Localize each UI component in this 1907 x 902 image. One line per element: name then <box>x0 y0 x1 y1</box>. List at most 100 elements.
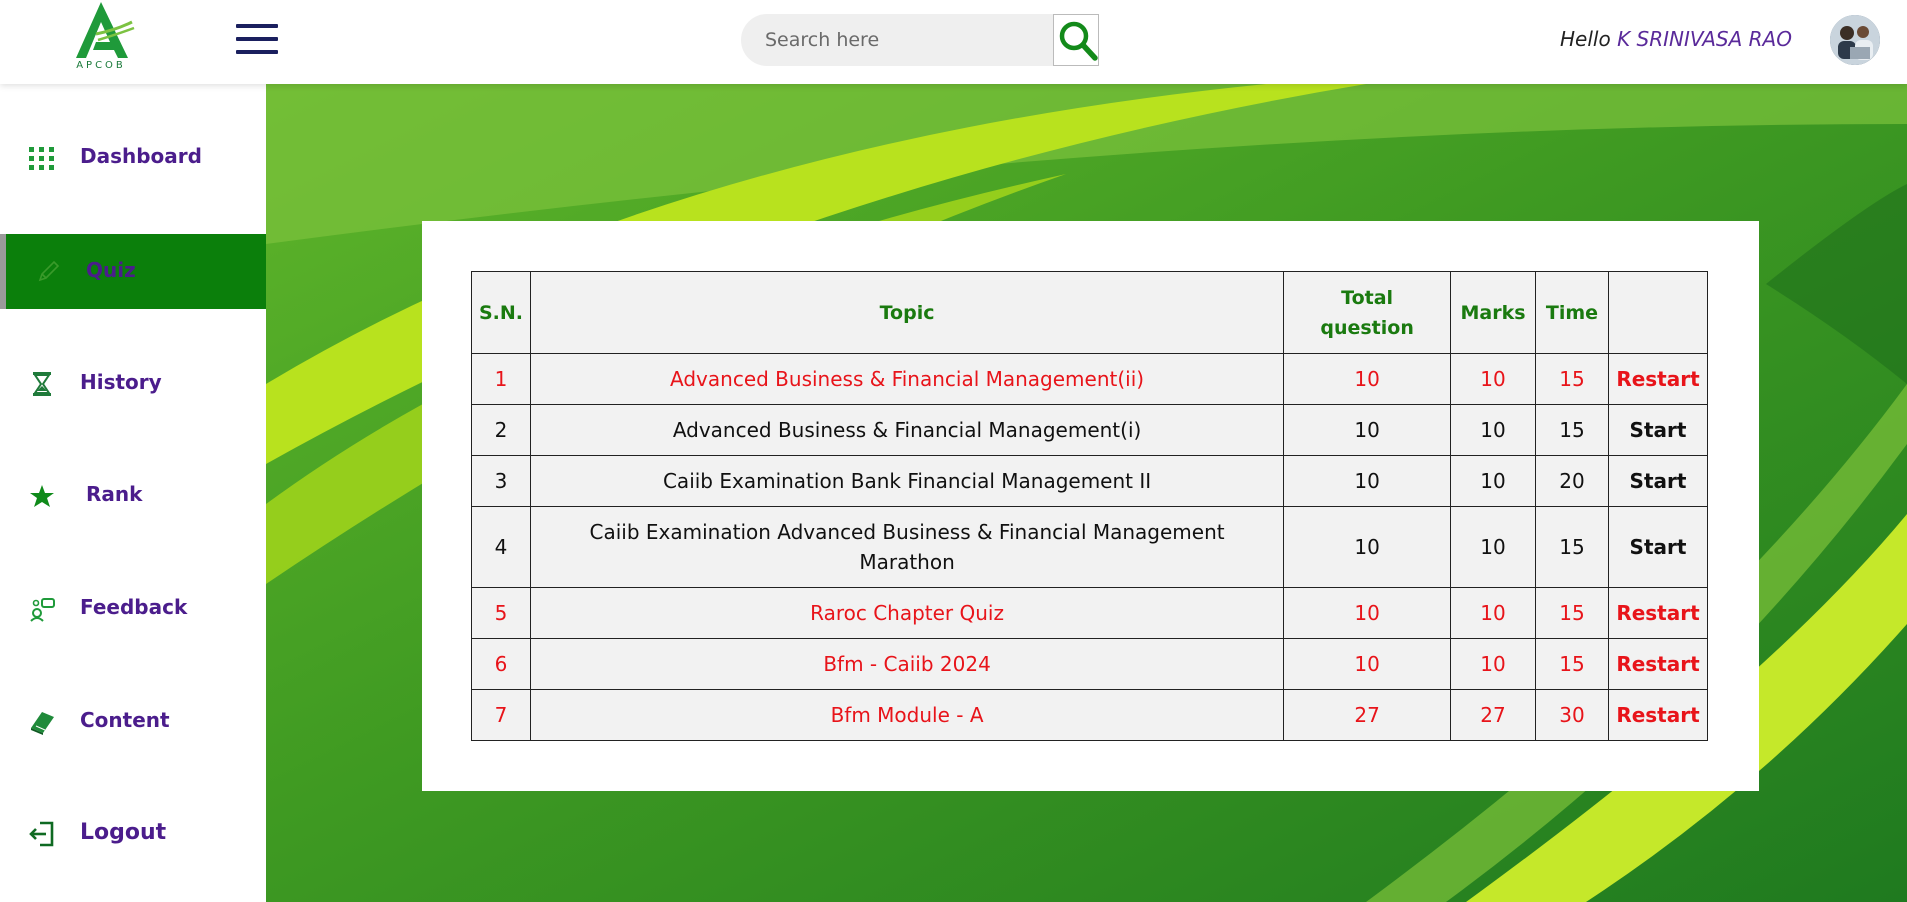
search-button[interactable] <box>1053 14 1099 66</box>
cell-marks: 10 <box>1450 404 1537 456</box>
menu-toggle-button[interactable] <box>236 24 278 56</box>
cell-time: 15 <box>1535 638 1609 690</box>
logo-text: APCOB <box>76 60 126 71</box>
sidebar-item-rank[interactable]: Rank <box>0 458 266 533</box>
cell-topic: Advanced Business & Financial Management… <box>529 404 1285 456</box>
sidebar-item-dashboard[interactable]: Dashboard <box>0 120 266 195</box>
start-button[interactable]: Start <box>1607 506 1709 588</box>
cell-topic: Advanced Business & Financial Management… <box>529 353 1285 405</box>
cell-marks: 10 <box>1450 587 1537 639</box>
cell-total: 10 <box>1283 587 1452 639</box>
cell-time: 15 <box>1535 404 1609 456</box>
table-header-row: S.N. Topic Total question Marks Time <box>471 271 1709 354</box>
table-row: 6 Bfm - Caiib 2024 10 10 15 Restart <box>471 638 1709 690</box>
hamburger-line <box>236 50 278 54</box>
hourglass-icon <box>33 372 51 396</box>
cell-total: 27 <box>1283 689 1452 741</box>
header-total-line2: question <box>1320 316 1414 339</box>
start-button[interactable]: Start <box>1607 455 1709 507</box>
logout-icon <box>29 821 54 847</box>
cell-time: 20 <box>1535 455 1609 507</box>
table-row: 1 Advanced Business & Financial Manageme… <box>471 353 1709 405</box>
column-header-marks: Marks <box>1450 271 1537 354</box>
cell-topic: Caiib Examination Advanced Business & Fi… <box>529 506 1285 588</box>
cell-total: 10 <box>1283 404 1452 456</box>
sidebar-item-feedback[interactable]: Feedback <box>0 571 266 646</box>
topic-line2: Marathon <box>859 550 955 574</box>
hamburger-icon <box>236 24 278 28</box>
cell-time: 15 <box>1535 506 1609 588</box>
cell-marks: 10 <box>1450 506 1537 588</box>
apcob-logo[interactable]: APCOB <box>66 0 136 74</box>
cell-marks: 27 <box>1450 689 1537 741</box>
user-greeting: Hello K SRINIVASA RAO <box>1560 27 1792 51</box>
cell-total: 10 <box>1283 638 1452 690</box>
cell-topic: Bfm Module - A <box>529 689 1285 741</box>
sidebar-item-label: Content <box>80 708 170 732</box>
cell-marks: 10 <box>1450 353 1537 405</box>
cell-sn: 1 <box>471 353 531 405</box>
quiz-card: S.N. Topic Total question Marks Time 1 A… <box>422 221 1759 791</box>
avatar[interactable] <box>1830 15 1880 65</box>
cell-sn: 7 <box>471 689 531 741</box>
cell-time: 30 <box>1535 689 1609 741</box>
sidebar-item-history[interactable]: History <box>0 346 266 421</box>
table-row: 3 Caiib Examination Bank Financial Manag… <box>471 455 1709 507</box>
book-icon <box>31 712 54 735</box>
cell-total: 10 <box>1283 455 1452 507</box>
sidebar-item-label: History <box>80 370 162 394</box>
table-row: 7 Bfm Module - A 27 27 30 Restart <box>471 689 1709 741</box>
sidebar-item-label: Quiz <box>86 258 136 282</box>
avatar-image <box>1830 15 1880 65</box>
column-header-topic: Topic <box>529 271 1285 354</box>
cell-time: 15 <box>1535 353 1609 405</box>
sidebar-item-label: Dashboard <box>80 144 202 168</box>
cell-marks: 10 <box>1450 638 1537 690</box>
sidebar-item-logout[interactable]: Logout <box>0 796 266 871</box>
cell-sn: 2 <box>471 404 531 456</box>
sidebar-item-content[interactable]: Content <box>0 684 266 759</box>
table-row: 5 Raroc Chapter Quiz 10 10 15 Restart <box>471 587 1709 639</box>
cell-topic: Raroc Chapter Quiz <box>529 587 1285 639</box>
cell-sn: 6 <box>471 638 531 690</box>
cell-marks: 10 <box>1450 455 1537 507</box>
sidebar-item-quiz[interactable]: Quiz <box>0 234 266 309</box>
column-header-total-question: Total question <box>1283 271 1452 354</box>
restart-button[interactable]: Restart <box>1607 689 1709 741</box>
column-header-action <box>1607 271 1709 354</box>
cell-sn: 5 <box>471 587 531 639</box>
table-row: 4 Caiib Examination Advanced Business & … <box>471 506 1709 588</box>
grid-icon <box>29 147 54 170</box>
greeting-prefix: Hello <box>1560 27 1611 51</box>
sidebar: Dashboard Quiz History Rank Feedback Con… <box>0 84 266 902</box>
sidebar-item-label: Logout <box>80 820 167 845</box>
star-icon <box>30 485 54 507</box>
cell-sn: 3 <box>471 455 531 507</box>
cell-total: 10 <box>1283 353 1452 405</box>
start-button[interactable]: Start <box>1607 404 1709 456</box>
topic-line1: Caiib Examination Advanced Business & Fi… <box>589 520 1225 544</box>
header-total-line1: Total <box>1341 286 1394 309</box>
search-icon <box>1059 21 1098 61</box>
cell-time: 15 <box>1535 587 1609 639</box>
top-header: APCOB Hello K SRINIVASA RAO <box>0 0 1907 84</box>
cell-total: 10 <box>1283 506 1452 588</box>
quiz-table: S.N. Topic Total question Marks Time 1 A… <box>471 271 1709 741</box>
feedback-icon <box>30 598 55 622</box>
main-content: S.N. Topic Total question Marks Time 1 A… <box>266 84 1907 902</box>
restart-button[interactable]: Restart <box>1607 353 1709 405</box>
table-row: 2 Advanced Business & Financial Manageme… <box>471 404 1709 456</box>
column-header-sn: S.N. <box>471 271 531 354</box>
user-name: K SRINIVASA RAO <box>1617 27 1792 51</box>
restart-button[interactable]: Restart <box>1607 638 1709 690</box>
pencil-icon <box>38 260 60 282</box>
cell-sn: 4 <box>471 506 531 588</box>
hamburger-line <box>236 37 278 41</box>
search-input[interactable] <box>741 14 1053 66</box>
sidebar-item-label: Rank <box>86 482 143 506</box>
cell-topic: Bfm - Caiib 2024 <box>529 638 1285 690</box>
sidebar-item-label: Feedback <box>80 595 188 619</box>
logo-icon <box>76 2 135 58</box>
restart-button[interactable]: Restart <box>1607 587 1709 639</box>
cell-topic: Caiib Examination Bank Financial Managem… <box>529 455 1285 507</box>
